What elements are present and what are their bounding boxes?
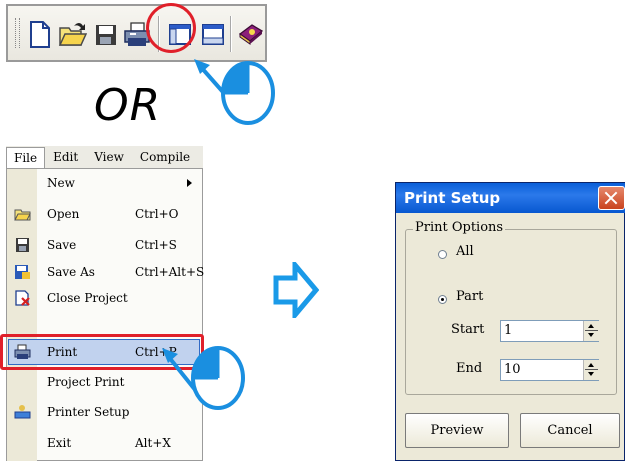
radio-all[interactable]	[438, 250, 447, 259]
menu-item-label: Open	[47, 207, 80, 221]
menu-item-save-as[interactable]: Save As Ctrl+Alt+S	[7, 259, 205, 285]
menu-view[interactable]: View	[86, 150, 132, 164]
menu-item-shortcut: Ctrl+S	[135, 238, 177, 252]
help-button[interactable]	[236, 18, 266, 50]
open-button[interactable]	[57, 18, 87, 50]
end-value: 10	[504, 362, 521, 377]
menu-item-open[interactable]: Open Ctrl+O	[7, 201, 202, 227]
menu-item-shortcut: Ctrl+O	[135, 207, 179, 221]
menu-edit[interactable]: Edit	[45, 150, 86, 164]
save-icon	[16, 238, 29, 252]
close-project-icon	[15, 290, 30, 306]
toolbar	[6, 4, 267, 62]
menu-item-label: Close Project	[47, 291, 128, 305]
menu-item-new[interactable]: New	[7, 170, 202, 196]
window-layout-2-button[interactable]	[198, 18, 228, 50]
save-button[interactable]	[90, 18, 120, 50]
start-value: 1	[504, 323, 513, 338]
end-label: End	[456, 361, 483, 376]
window-split-icon	[202, 24, 224, 45]
menu-item-exit[interactable]: Exit Alt+X	[7, 430, 202, 456]
radio-all-label: All	[456, 244, 474, 259]
menu-item-shortcut: Alt+X	[135, 436, 171, 450]
menu-compile[interactable]: Compile	[132, 150, 198, 164]
menu-item-label: Project Print	[47, 375, 125, 389]
menu-item-shortcut: Ctrl+Alt+S	[135, 265, 205, 279]
menu-item-save[interactable]: Save Ctrl+S	[7, 232, 202, 258]
mouse-pointer-icon	[194, 59, 275, 125]
save-as-icon	[15, 265, 30, 279]
submenu-arrow-icon	[187, 179, 192, 187]
dialog-title-bar[interactable]: Print Setup	[396, 183, 625, 213]
start-label: Start	[451, 322, 485, 337]
open-folder-icon	[14, 209, 31, 221]
dialog-title: Print Setup	[404, 189, 501, 207]
cancel-button[interactable]: Cancel	[520, 413, 620, 448]
menu-item-label: Exit	[47, 436, 72, 450]
start-spinner-arrows[interactable]	[583, 321, 599, 341]
right-arrow-icon	[273, 262, 319, 318]
menu-item-label: New	[47, 176, 75, 190]
radio-part[interactable]	[438, 295, 447, 304]
toolbar-grip[interactable]	[15, 18, 20, 48]
help-book-icon	[238, 24, 264, 45]
radio-part-label: Part	[456, 289, 484, 304]
open-folder-icon	[58, 23, 87, 46]
menu-item-label: Save As	[47, 265, 95, 279]
menu-item-close-project[interactable]: Close Project	[7, 285, 202, 311]
new-file-button[interactable]	[24, 18, 54, 50]
mouse-pointer-icon	[162, 346, 245, 410]
print-button-highlight-ring	[146, 3, 196, 53]
close-button[interactable]	[598, 186, 625, 210]
new-file-icon	[30, 21, 50, 48]
menu-file[interactable]: File	[6, 146, 46, 168]
or-connector-text: OR	[94, 80, 162, 131]
menubar: File Edit View Compile	[6, 146, 203, 169]
end-spinner-arrows[interactable]	[583, 360, 599, 380]
print-options-label: Print Options	[413, 220, 506, 235]
printer-setup-icon	[14, 405, 31, 419]
menu-item-label: Save	[47, 238, 77, 252]
preview-button[interactable]: Preview	[405, 413, 509, 448]
save-icon	[96, 25, 116, 45]
menu-item-label: Printer Setup	[47, 405, 130, 419]
